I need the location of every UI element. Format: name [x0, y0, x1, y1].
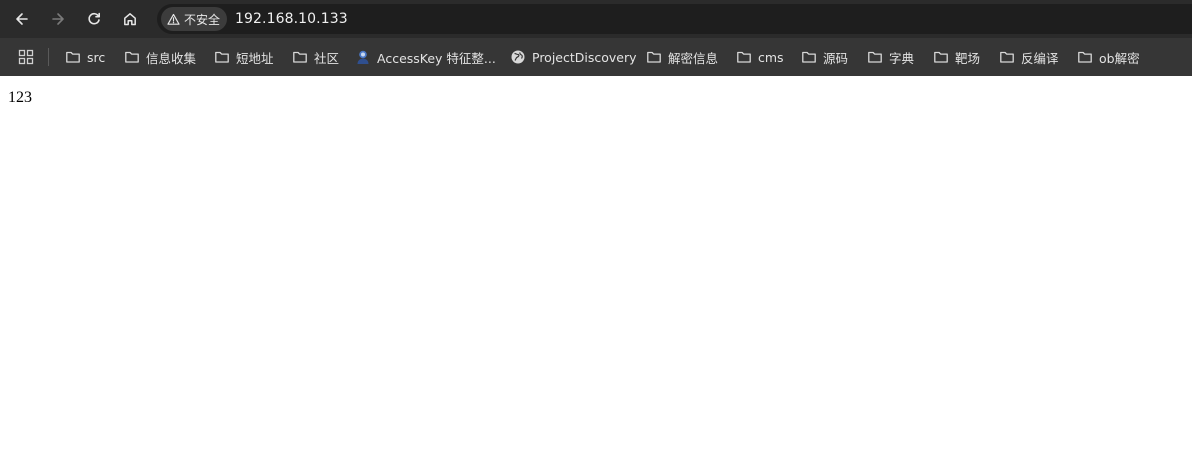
bookmark-target-range[interactable]: 靶场: [933, 46, 980, 68]
security-indicator[interactable]: 不安全: [161, 7, 228, 31]
bookmark-label: src: [87, 49, 106, 65]
bookmarks-divider: [48, 48, 49, 66]
bookmark-community[interactable]: 社区: [292, 46, 339, 68]
bookmark-src[interactable]: src: [65, 46, 105, 68]
folder-icon: [737, 51, 751, 63]
bookmark-dictionary[interactable]: 字典: [867, 46, 914, 68]
arrow-right-icon: [52, 13, 64, 25]
bookmark-cms[interactable]: cms: [736, 46, 784, 68]
bookmark-label: 源码: [823, 50, 849, 66]
folder-icon: [1000, 51, 1014, 63]
folder-icon: [647, 51, 661, 63]
security-label: 不安全: [184, 12, 221, 27]
globe-icon: [511, 50, 525, 64]
bookmark-label: 字典: [889, 50, 915, 66]
forward-button[interactable]: [45, 6, 71, 32]
apps-grid-icon[interactable]: [18, 49, 34, 65]
folder-icon: [293, 51, 307, 63]
bookmark-short-url[interactable]: 短地址: [214, 46, 274, 68]
bookmark-decrypt-info[interactable]: 解密信息: [646, 46, 718, 68]
bookmark-label: 短地址: [236, 50, 274, 66]
folder-icon: [215, 51, 229, 63]
bookmark-accesskey[interactable]: AccessKey 特征整...: [355, 46, 496, 68]
url-text[interactable]: 192.168.10.133: [235, 11, 348, 27]
reload-icon: [88, 12, 100, 25]
folder-icon: [66, 51, 80, 63]
folder-icon: [1078, 51, 1092, 63]
bookmark-projectdiscovery[interactable]: ProjectDiscovery: [510, 46, 637, 68]
bookmark-source-code[interactable]: 源码: [801, 46, 848, 68]
home-icon: [124, 13, 136, 26]
back-button[interactable]: [9, 6, 35, 32]
bookmark-info-gathering[interactable]: 信息收集: [124, 46, 196, 68]
folder-icon: [802, 51, 816, 63]
bookmark-label: 反编译: [1021, 50, 1059, 66]
folder-icon: [125, 51, 139, 63]
arrow-left-icon: [16, 13, 28, 25]
bookmark-label: 社区: [314, 50, 340, 66]
folder-icon: [934, 51, 948, 63]
page-body-text: 123: [8, 89, 32, 106]
bookmark-label: cms: [758, 49, 784, 65]
bookmark-label: 靶场: [955, 50, 981, 66]
bookmark-label: ProjectDiscovery: [532, 49, 637, 65]
bookmarks-bar: src 信息收集 短地址 社区 AccessKey 特征整... Project…: [0, 38, 1192, 76]
address-bar[interactable]: 不安全 192.168.10.133: [157, 4, 1192, 34]
warning-triangle-icon: [167, 13, 180, 25]
reload-button[interactable]: [81, 6, 107, 32]
bookmark-label: AccessKey 特征整...: [377, 50, 496, 66]
bookmark-decompile[interactable]: 反编译: [999, 46, 1059, 68]
browser-toolbar: 不安全 192.168.10.133: [0, 0, 1192, 38]
home-button[interactable]: [117, 6, 143, 32]
folder-icon: [868, 51, 882, 63]
avatar-favicon-icon: [357, 50, 369, 64]
bookmark-label: 解密信息: [668, 50, 719, 66]
bookmark-ob-decrypt[interactable]: ob解密: [1077, 46, 1140, 68]
bookmark-label: ob解密: [1099, 50, 1140, 66]
bookmark-label: 信息收集: [146, 50, 197, 66]
